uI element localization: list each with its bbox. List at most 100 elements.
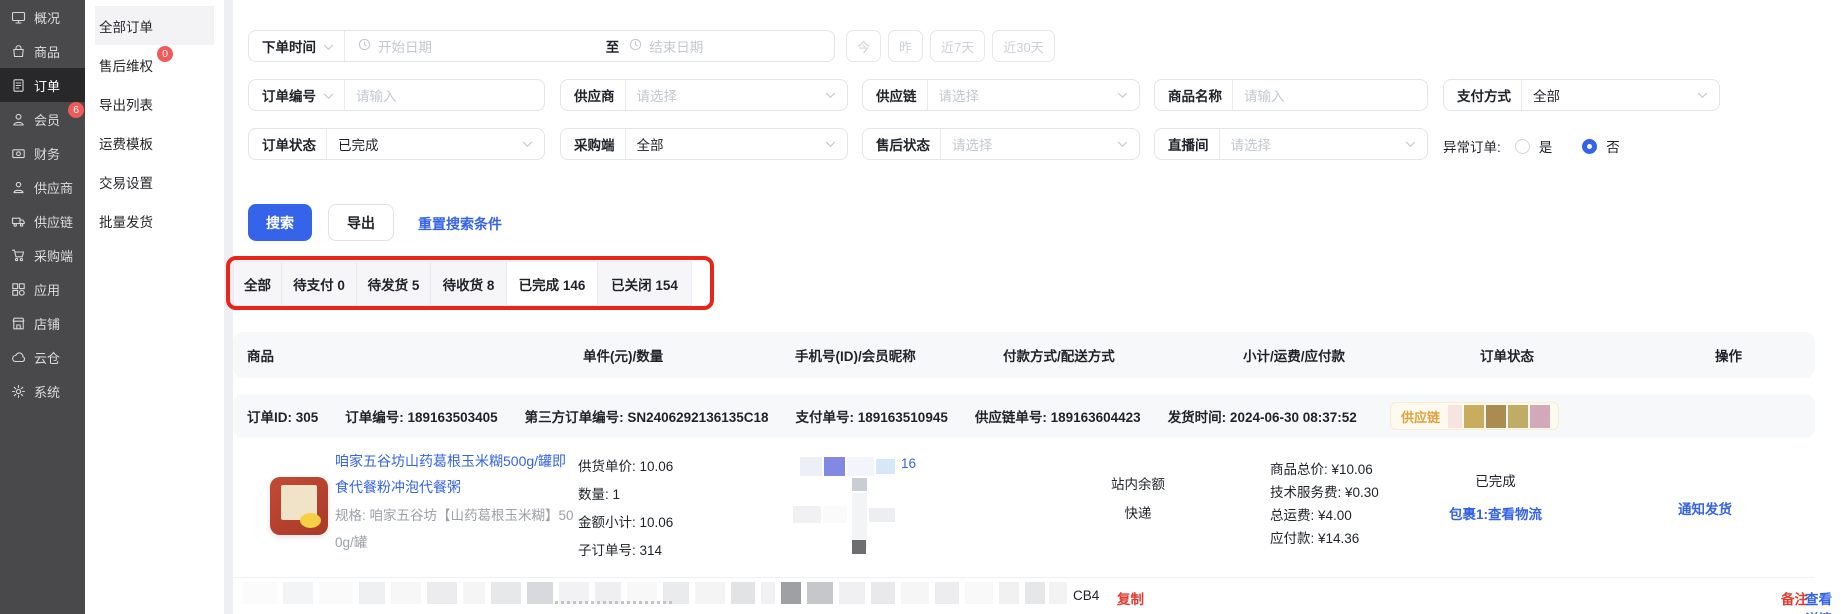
date-range-to-label: 至 bbox=[604, 31, 622, 61]
purchase-end-select[interactable]: 全部 bbox=[626, 129, 848, 159]
submenu-item-全部订单[interactable]: 全部订单 bbox=[95, 6, 214, 45]
tab-已关闭 154[interactable]: 已关闭 154 bbox=[598, 262, 691, 305]
sidebar-item-供应商[interactable]: 供应商 bbox=[0, 170, 85, 204]
quick-date-button-近7天[interactable]: 近7天 bbox=[930, 30, 985, 62]
sidebar-item-应用[interactable]: 应用 bbox=[0, 272, 85, 306]
package-logistics-link[interactable]: 包裹1:查看物流 bbox=[1449, 502, 1543, 527]
redacted-mosaic bbox=[1464, 405, 1484, 428]
quick-date-button-近30天[interactable]: 近30天 bbox=[992, 30, 1054, 62]
order-status-select[interactable]: 已完成 bbox=[327, 129, 544, 159]
redacted-mosaic bbox=[793, 506, 821, 523]
order-no-filter[interactable]: 订单编号 请输入 bbox=[248, 79, 545, 111]
after-sale-status-select[interactable]: 请选择 bbox=[941, 129, 1139, 159]
supplier-icon bbox=[11, 180, 26, 195]
redacted-mosaic bbox=[761, 582, 775, 604]
member-id-visible[interactable]: 16 bbox=[901, 456, 916, 471]
truck-icon bbox=[11, 214, 26, 229]
pay-method-filter[interactable]: 支付方式 全部 bbox=[1443, 79, 1720, 111]
redacted-mosaic bbox=[935, 582, 959, 604]
delivery-method: 快递 bbox=[1073, 499, 1203, 528]
product-spec: 规格: 咱家五谷坊【山药葛根玉米糊】500g/罐 bbox=[335, 502, 575, 556]
tab-全部[interactable]: 全部 bbox=[234, 262, 282, 305]
redacted-mosaic bbox=[391, 582, 421, 604]
product-name-filter[interactable]: 商品名称 请输入 bbox=[1154, 79, 1428, 111]
quick-date-button-昨[interactable]: 昨 bbox=[888, 30, 923, 62]
submenu-item-交易设置[interactable]: 交易设置 bbox=[95, 162, 214, 201]
quick-date-button-今[interactable]: 今 bbox=[846, 30, 881, 62]
payment-method: 站内余额 bbox=[1073, 470, 1203, 499]
sidebar-item-订单[interactable]: 订单 bbox=[0, 68, 85, 102]
redacted-mosaic bbox=[491, 582, 521, 604]
notification-badge: 0 bbox=[157, 46, 173, 62]
product-name-input[interactable]: 请输入 bbox=[1233, 80, 1427, 110]
end-date-input[interactable]: 结束日期 bbox=[621, 31, 834, 61]
sidebar-item-财务[interactable]: 财务 bbox=[0, 136, 85, 170]
supply-chain-select[interactable]: 请选择 bbox=[928, 80, 1140, 110]
monitor-icon bbox=[11, 10, 26, 25]
freight-total: 总运费: ¥4.00 bbox=[1270, 504, 1379, 527]
pay-method-select[interactable]: 全部 bbox=[1522, 80, 1719, 110]
reset-search-link[interactable]: 重置搜索条件 bbox=[418, 214, 502, 234]
tab-待发货 5[interactable]: 待发货 5 bbox=[357, 262, 431, 305]
abnormal-yes-label[interactable]: 是 bbox=[1539, 136, 1553, 156]
start-date-input[interactable]: 开始日期 bbox=[345, 31, 604, 61]
supply-chain-filter[interactable]: 供应链 请选择 bbox=[862, 79, 1140, 111]
main-content: 下单时间 开始日期 至 结束日期 今昨近7天近30天 订单编号 请输入 供应商 bbox=[233, 0, 1841, 614]
abnormal-yes-radio[interactable] bbox=[1515, 139, 1530, 154]
order-status-filter[interactable]: 订单状态 已完成 bbox=[248, 128, 545, 160]
live-room-filter[interactable]: 直播间 请选择 bbox=[1154, 128, 1428, 160]
shop-icon bbox=[11, 316, 26, 331]
sidebar-item-云仓[interactable]: 云仓 bbox=[0, 340, 85, 374]
redacted-mosaic bbox=[823, 506, 847, 523]
redacted-mosaic bbox=[427, 582, 457, 604]
time-type-select[interactable]: 下单时间 bbox=[249, 31, 344, 61]
chevron-down-icon bbox=[825, 141, 836, 148]
supplier-filter[interactable]: 供应商 请选择 bbox=[560, 79, 848, 111]
view-detail-link[interactable]: 查看详情 bbox=[1805, 588, 1841, 614]
sidebar-item-系统[interactable]: 系统 bbox=[0, 374, 85, 408]
sidebar-item-label: 云仓 bbox=[34, 348, 60, 367]
order-time-filter[interactable]: 下单时间 开始日期 至 结束日期 bbox=[248, 30, 835, 62]
redacted-mosaic bbox=[800, 457, 822, 476]
submenu-item-运费模板[interactable]: 运费模板 bbox=[95, 123, 214, 162]
notify-ship-link[interactable]: 通知发货 bbox=[1645, 498, 1765, 518]
remark-link[interactable]: 备注 bbox=[1781, 588, 1808, 608]
column-header-小计/运费/应付款: 小计/运费/应付款 bbox=[1243, 345, 1345, 365]
pay-no: 支付单号: 189163510945 bbox=[796, 406, 948, 426]
abnormal-no-radio[interactable] bbox=[1582, 139, 1597, 154]
bag-icon bbox=[11, 44, 26, 59]
sidebar-item-店铺[interactable]: 店铺 bbox=[0, 306, 85, 340]
supplier-select[interactable]: 请选择 bbox=[626, 80, 848, 110]
submenu-item-批量发货[interactable]: 批量发货 bbox=[95, 201, 214, 240]
abnormal-no-label[interactable]: 否 bbox=[1606, 136, 1620, 156]
order-no-input[interactable]: 请输入 bbox=[345, 80, 544, 110]
export-button[interactable]: 导出 bbox=[328, 204, 394, 241]
redacted-mosaic bbox=[463, 582, 485, 604]
purchase-end-filter[interactable]: 采购端 全部 bbox=[560, 128, 848, 160]
apps-icon bbox=[11, 282, 26, 297]
tab-待收货 8[interactable]: 待收货 8 bbox=[431, 262, 507, 305]
live-room-select[interactable]: 请选择 bbox=[1220, 129, 1428, 159]
sidebar-item-供应链[interactable]: 供应链 bbox=[0, 204, 85, 238]
chevron-down-icon bbox=[1405, 141, 1416, 148]
product-image[interactable] bbox=[270, 477, 328, 535]
sidebar-item-会员[interactable]: 会员6 bbox=[0, 102, 85, 136]
sidebar-item-label: 应用 bbox=[34, 280, 60, 299]
redacted-mosaic bbox=[847, 457, 874, 476]
sidebar-item-采购端[interactable]: 采购端 bbox=[0, 238, 85, 272]
submenu-item-售后维权[interactable]: 售后维权0 bbox=[95, 45, 214, 84]
redacted-mosaic bbox=[965, 582, 993, 604]
tab-已完成 146[interactable]: 已完成 146 bbox=[507, 262, 598, 305]
submenu-item-label: 导出列表 bbox=[99, 94, 153, 114]
tab-待支付 0[interactable]: 待支付 0 bbox=[282, 262, 357, 305]
redacted-mosaic bbox=[807, 582, 833, 604]
copy-link[interactable]: 复制 bbox=[1117, 588, 1144, 608]
after-sale-status-filter[interactable]: 售后状态 请选择 bbox=[862, 128, 1140, 160]
gear-icon bbox=[11, 384, 26, 399]
sidebar-item-概况[interactable]: 概况 bbox=[0, 0, 85, 34]
submenu-item-导出列表[interactable]: 导出列表 bbox=[95, 84, 214, 123]
product-title-link[interactable]: 咱家五谷坊山药葛根玉米糊500g/罐即食代餐粉冲泡代餐粥 bbox=[335, 448, 575, 500]
search-button[interactable]: 搜索 bbox=[248, 204, 312, 241]
redacted-mosaic bbox=[1049, 582, 1067, 604]
sidebar-item-商品[interactable]: 商品 bbox=[0, 34, 85, 68]
